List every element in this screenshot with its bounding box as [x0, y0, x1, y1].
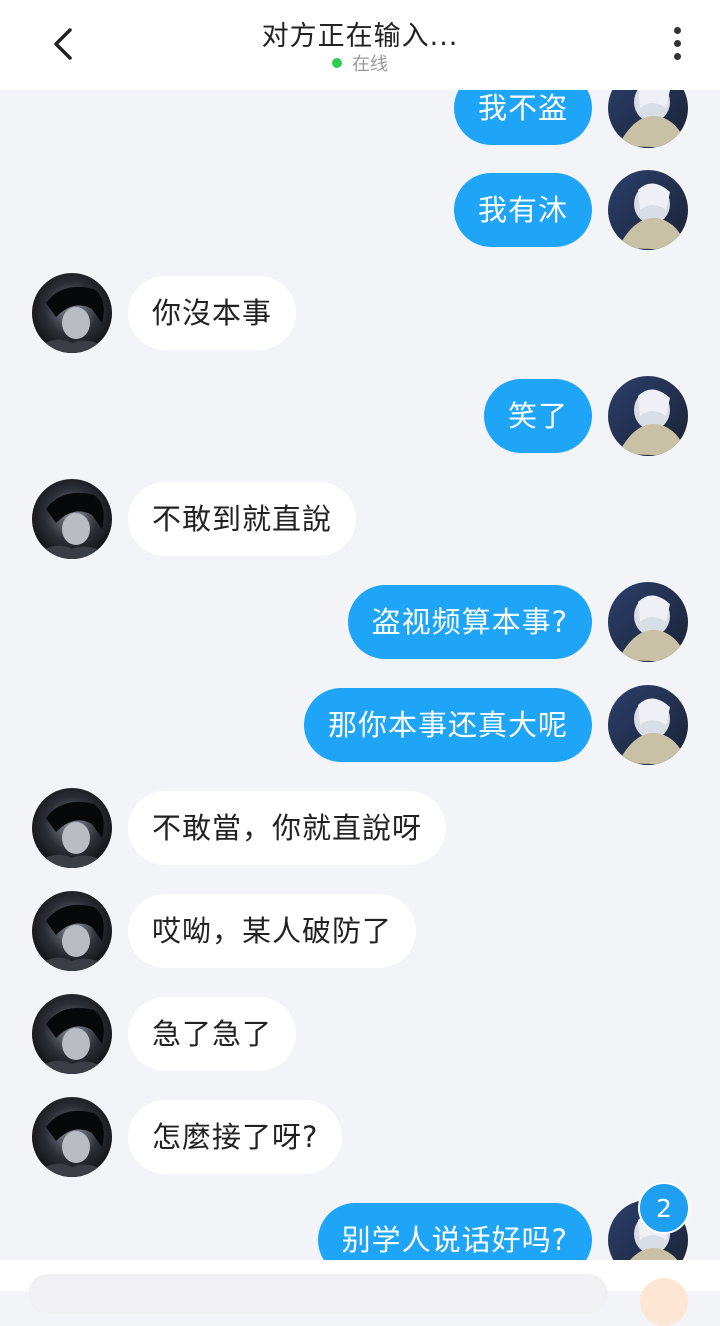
message-row: 那你本事还真大呢: [0, 685, 720, 765]
message-bubble[interactable]: 你沒本事: [128, 276, 297, 350]
message-bubble[interactable]: 我有沐: [453, 173, 592, 247]
message-row: 别学人说话好吗?: [0, 1200, 720, 1260]
message-bubble[interactable]: 哎呦，某人破防了: [128, 894, 417, 968]
contact-avatar[interactable]: [32, 479, 112, 559]
chat-header: 对方正在输入... 在线: [0, 0, 720, 90]
contact-avatar[interactable]: [32, 994, 112, 1074]
message-row: 怎麼接了呀?: [0, 1097, 720, 1177]
more-dot: [673, 52, 681, 60]
message-bubble[interactable]: 别学人说话好吗?: [317, 1203, 592, 1260]
emoji-button[interactable]: [640, 1278, 688, 1326]
message-row: 不敢到就直說: [0, 479, 720, 559]
page-title: 对方正在输入...: [261, 21, 459, 52]
message-bubble[interactable]: 那你本事还真大呢: [303, 688, 592, 762]
contact-avatar[interactable]: [32, 1097, 112, 1177]
my-avatar[interactable]: [608, 582, 688, 662]
contact-avatar[interactable]: [32, 788, 112, 868]
message-row: 我有沐: [0, 170, 720, 250]
unread-count-badge[interactable]: 2: [638, 1182, 690, 1234]
message-bubble[interactable]: 不敢當，你就直說呀: [128, 791, 447, 865]
message-bubble[interactable]: 盗视频算本事?: [347, 585, 592, 659]
more-dot: [673, 39, 681, 47]
message-bubble[interactable]: 急了急了: [128, 997, 297, 1071]
online-status: 在线: [0, 50, 720, 76]
message-row: 急了急了: [0, 994, 720, 1074]
contact-avatar[interactable]: [32, 273, 112, 353]
message-row: 盗视频算本事?: [0, 582, 720, 662]
message-row: 笑了: [0, 376, 720, 456]
contact-avatar[interactable]: [32, 891, 112, 971]
my-avatar[interactable]: [608, 170, 688, 250]
message-input[interactable]: [28, 1274, 608, 1314]
more-vertical-icon: [673, 26, 681, 34]
status-label: 在线: [352, 54, 388, 75]
my-avatar[interactable]: [608, 685, 688, 765]
message-row: 你沒本事: [0, 273, 720, 353]
message-bubble[interactable]: 不敢到就直說: [128, 482, 357, 556]
message-row: 不敢當，你就直說呀: [0, 788, 720, 868]
online-dot-icon: [332, 58, 342, 68]
my-avatar[interactable]: [608, 376, 688, 456]
message-bubble[interactable]: 怎麼接了呀?: [128, 1100, 343, 1174]
message-bubble[interactable]: 笑了: [483, 379, 592, 453]
input-bar: [0, 1260, 720, 1326]
message-row: 哎呦，某人破防了: [0, 891, 720, 971]
chat-list[interactable]: 我不盗 我有沐 你沒本事 笑了 不敢到就直說 盗视频算本事? 那你本事还真大呢 …: [0, 0, 720, 1260]
more-options-button[interactable]: [660, 20, 694, 66]
